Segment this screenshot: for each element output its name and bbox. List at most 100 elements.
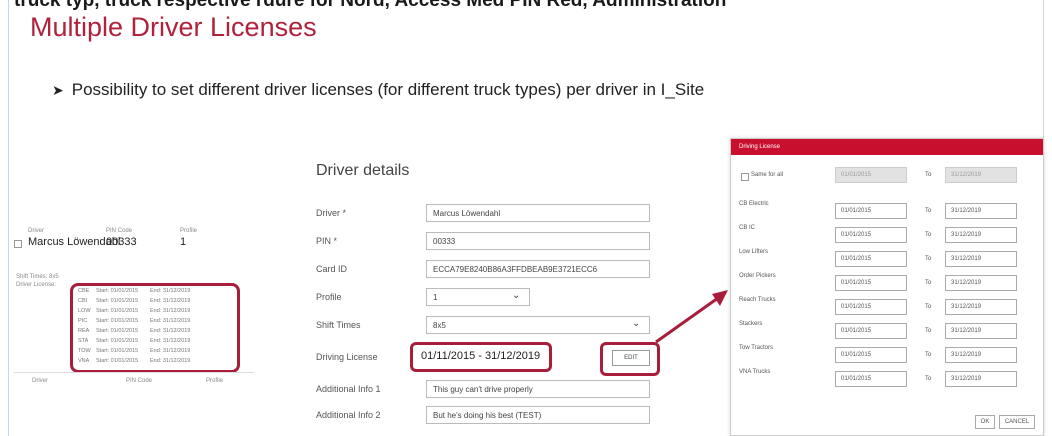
driver-profile: 1 <box>180 236 187 248</box>
license-type-label: CB IC <box>739 225 756 231</box>
license-to-label: To <box>925 376 932 382</box>
bottom-col-profile-header: Profile <box>206 378 224 384</box>
license-end: End: 31/12/2019 <box>150 318 191 324</box>
col-driver-header: Driver <box>28 228 44 234</box>
license-code: LOW <box>78 308 91 314</box>
license-from-input[interactable]: 01/01/2015 <box>835 347 907 363</box>
license-to-label: To <box>925 328 932 334</box>
license-to-label: To <box>925 304 932 310</box>
dialog-title: Driving License <box>731 139 1043 155</box>
license-start: Start: 01/01/2015 <box>96 358 139 364</box>
license-type-label: Order Pickers <box>739 273 776 279</box>
driver-pin: 00333 <box>106 236 137 248</box>
bullet-text: Possibility to set different driver lice… <box>71 80 705 99</box>
license-to-label: To <box>925 352 932 358</box>
shift-times-select[interactable]: 8x5 <box>426 316 650 334</box>
card-divider <box>14 372 254 373</box>
ok-button[interactable]: OK <box>975 415 995 429</box>
col-pin-header: PIN Code <box>106 228 133 234</box>
license-to-input[interactable]: 31/12/2019 <box>945 275 1017 291</box>
shift-times-field-label: Shift Times <box>316 320 361 330</box>
same-for-all-to-label: To <box>925 172 932 178</box>
license-type-label: VNA Trucks <box>739 369 771 375</box>
license-end: End: 31/12/2019 <box>150 328 191 334</box>
same-for-all-to-input: 31/12/2019 <box>945 167 1017 183</box>
license-end: End: 31/12/2019 <box>150 288 191 294</box>
license-code: REA <box>78 328 90 334</box>
driving-license-field-label: Driving License <box>316 352 378 362</box>
same-for-all-label: Same for all <box>751 172 784 178</box>
license-to-label: To <box>925 232 932 238</box>
license-to-label: To <box>925 256 932 262</box>
additional-info-1-input[interactable]: This guy can't drive properly <box>426 380 650 398</box>
license-start: Start: 01/01/2015 <box>96 338 139 344</box>
license-from-input[interactable]: 01/01/2015 <box>835 275 907 291</box>
shift-times-info: Shift Times: 8x5 <box>16 274 59 280</box>
edit-license-button[interactable]: EDIT <box>612 350 650 366</box>
license-type-label: Low Lifters <box>739 249 769 255</box>
col-profile-header: Profile <box>180 228 198 234</box>
license-code: PIC <box>78 318 88 324</box>
license-from-input[interactable]: 01/01/2015 <box>835 203 907 219</box>
license-start: Start: 01/01/2015 <box>96 298 139 304</box>
license-from-input[interactable]: 01/01/2015 <box>835 227 907 243</box>
license-to-label: To <box>925 208 932 214</box>
bottom-col-pin-header: PIN Code <box>126 378 153 384</box>
license-code: STA <box>78 338 89 344</box>
license-start: Start: 01/01/2015 <box>96 348 139 354</box>
driving-license-dialog: Driving License Same for all 01/01/2015 … <box>730 138 1044 436</box>
driver-field-label: Driver * <box>316 208 347 218</box>
cancel-button[interactable]: CANCEL <box>999 415 1035 429</box>
license-to-label: To <box>925 280 932 286</box>
chevron-down-icon: ⌄ <box>632 318 641 329</box>
slide-title: Multiple Driver Licenses <box>30 12 317 42</box>
connector-arrow-icon <box>655 290 728 344</box>
license-code: TOW <box>78 348 91 354</box>
additional-info-1-label: Additional Info 1 <box>316 384 381 394</box>
license-to-input[interactable]: 31/12/2019 <box>945 347 1017 363</box>
license-to-input[interactable]: 31/12/2019 <box>945 371 1017 387</box>
license-from-input[interactable]: 01/01/2015 <box>835 251 907 267</box>
pin-field-label: PIN * <box>316 236 338 246</box>
cut-header-text: truck typ, truck respective rdure for No… <box>14 0 727 11</box>
driver-name-input[interactable]: Marcus Löwendahl <box>426 204 650 222</box>
license-to-input[interactable]: 31/12/2019 <box>945 251 1017 267</box>
license-end: End: 31/12/2019 <box>150 338 191 344</box>
driving-license-value[interactable]: 01/11/2015 - 31/12/2019 <box>410 342 552 372</box>
same-for-all-checkbox[interactable] <box>741 173 749 181</box>
profile-field-label: Profile <box>316 292 342 302</box>
license-to-input[interactable]: 31/12/2019 <box>945 227 1017 243</box>
license-start: Start: 01/01/2015 <box>96 288 139 294</box>
license-code: CBE <box>78 288 90 294</box>
chevron-down-icon: ⌄ <box>512 290 521 301</box>
card-id-input[interactable]: ECCA79E8240B86A3FFDBEAB9E3721ECC6 <box>426 260 650 278</box>
license-start: Start: 01/01/2015 <box>96 328 139 334</box>
license-end: End: 31/12/2019 <box>150 358 191 364</box>
license-from-input[interactable]: 01/01/2015 <box>835 323 907 339</box>
license-to-input[interactable]: 31/12/2019 <box>945 323 1017 339</box>
license-type-label: Stackers <box>739 321 763 327</box>
license-end: End: 31/12/2019 <box>150 298 191 304</box>
driver-select-checkbox[interactable] <box>14 240 22 248</box>
license-type-label: CB Electric <box>739 201 769 207</box>
driver-details-title: Driver details <box>316 162 410 179</box>
bullet-point: ➤ Possibility to set different driver lic… <box>52 80 704 100</box>
shift-times-select-value: 8x5 <box>433 321 446 330</box>
license-to-input[interactable]: 31/12/2019 <box>945 299 1017 315</box>
driver-license-info: Driver License: <box>16 282 57 288</box>
license-code: CBI <box>78 298 88 304</box>
license-to-input[interactable]: 31/12/2019 <box>945 203 1017 219</box>
license-type-label: Tow Tractors <box>739 345 774 351</box>
license-type-label: Reach Trucks <box>739 297 776 303</box>
license-code: VNA <box>78 358 90 364</box>
license-from-input[interactable]: 01/01/2015 <box>835 371 907 387</box>
license-end: End: 31/12/2019 <box>150 308 191 314</box>
bottom-col-driver-header: Driver <box>32 378 48 384</box>
license-end: End: 31/12/2019 <box>150 348 191 354</box>
license-start: Start: 01/01/2015 <box>96 308 139 314</box>
card-id-field-label: Card ID <box>316 264 348 274</box>
pin-input[interactable]: 00333 <box>426 232 650 250</box>
license-from-input[interactable]: 01/01/2015 <box>835 299 907 315</box>
additional-info-2-input[interactable]: But he's doing his best (TEST) <box>426 406 650 424</box>
profile-select-value: 1 <box>433 293 438 302</box>
